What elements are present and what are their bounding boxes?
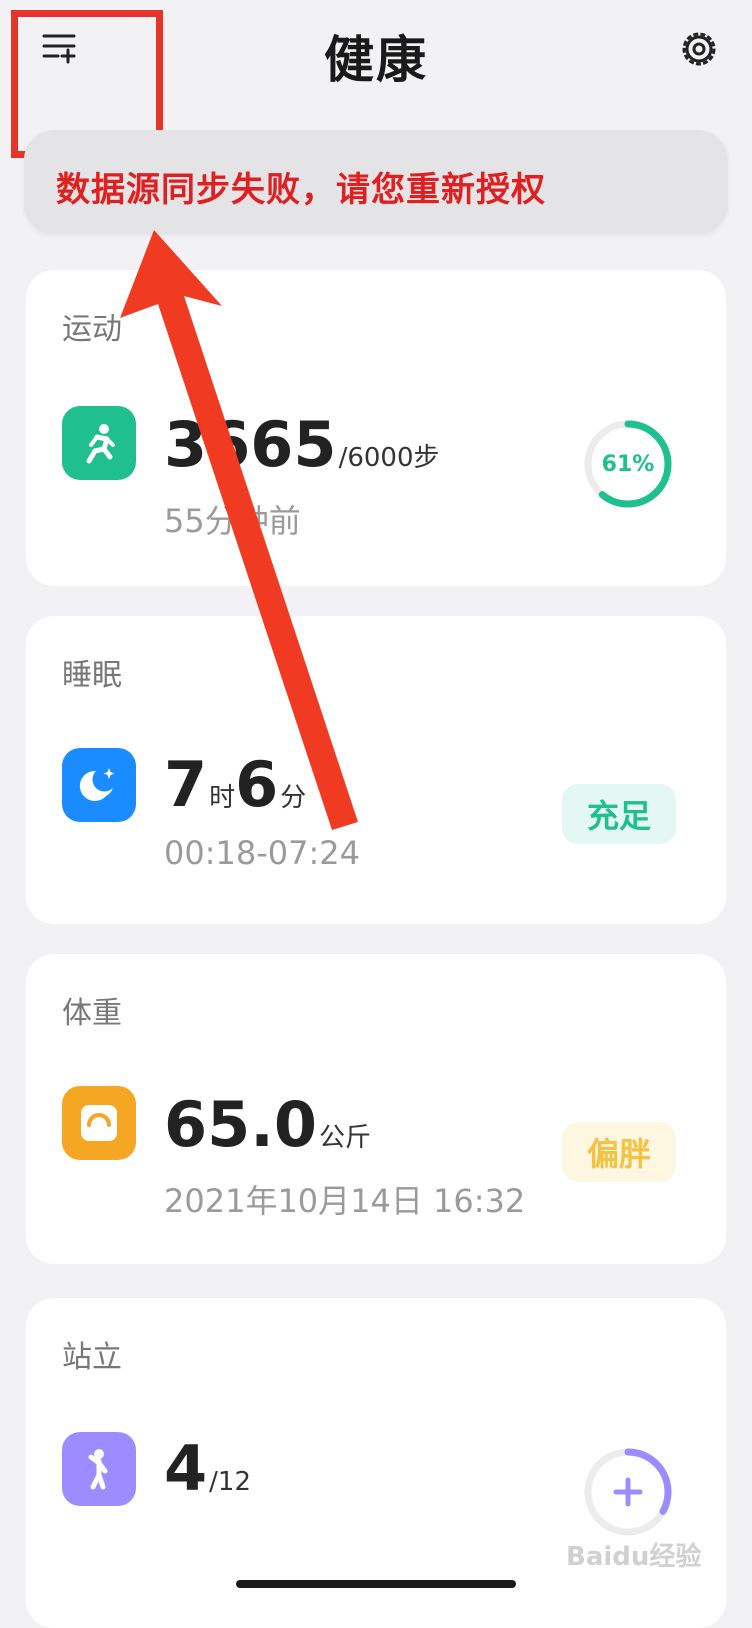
weight-unit: 公斤 (318, 1123, 371, 1153)
sleep-hours-unit: 时 (209, 783, 236, 813)
sleep-card[interactable]: 睡眠 7时6分 00:18-07:24 充足 (26, 616, 726, 924)
standing-value: 4/12 (164, 1432, 251, 1505)
standing-icon (62, 1432, 136, 1506)
steps-progress-text: 61% (601, 451, 655, 477)
standing-goal: /12 (209, 1467, 251, 1497)
steps-goal: /6000步 (338, 443, 440, 473)
home-indicator[interactable] (236, 1580, 516, 1588)
sleep-minutes: 6 (235, 748, 279, 821)
running-icon (62, 406, 136, 480)
moon-icon (62, 748, 136, 822)
exercise-label: 运动 (62, 312, 122, 347)
weight-measured-time: 2021年10月14日 16:32 (164, 1182, 526, 1220)
gear-icon[interactable] (676, 26, 722, 72)
steps-progress-ring: 61% (580, 416, 676, 512)
weight-label: 体重 (62, 996, 122, 1031)
sleep-time-range: 00:18-07:24 (164, 834, 360, 872)
sleep-minutes-unit: 分 (280, 783, 307, 813)
sync-error-banner[interactable]: 数据源同步失败，请您重新授权 (24, 130, 728, 234)
standing-progress-ring (580, 1444, 676, 1540)
weight-status-badge: 偏胖 (562, 1122, 676, 1182)
sleep-duration: 7时6分 (164, 748, 306, 821)
weight-number: 65.0 (164, 1088, 317, 1161)
standing-card[interactable]: 站立 4/12 (26, 1298, 726, 1628)
steps-value: 3665/6000步 (164, 408, 440, 481)
scale-icon (62, 1086, 136, 1160)
weight-value: 65.0公斤 (164, 1088, 371, 1161)
baidu-watermark: Baidu经验 (566, 1542, 702, 1572)
sleep-label: 睡眠 (62, 658, 122, 693)
weight-card[interactable]: 体重 65.0公斤 2021年10月14日 16:32 偏胖 (26, 954, 726, 1264)
sleep-status-badge: 充足 (562, 784, 676, 844)
exercise-card[interactable]: 运动 3665/6000步 55分钟前 61% (26, 270, 726, 586)
steps-count: 3665 (164, 408, 337, 481)
sleep-hours: 7 (164, 748, 208, 821)
standing-label: 站立 (62, 1340, 122, 1375)
standing-hours: 4 (164, 1432, 208, 1505)
sync-error-message: 数据源同步失败，请您重新授权 (56, 170, 546, 210)
steps-updated-time: 55分钟前 (164, 502, 301, 540)
